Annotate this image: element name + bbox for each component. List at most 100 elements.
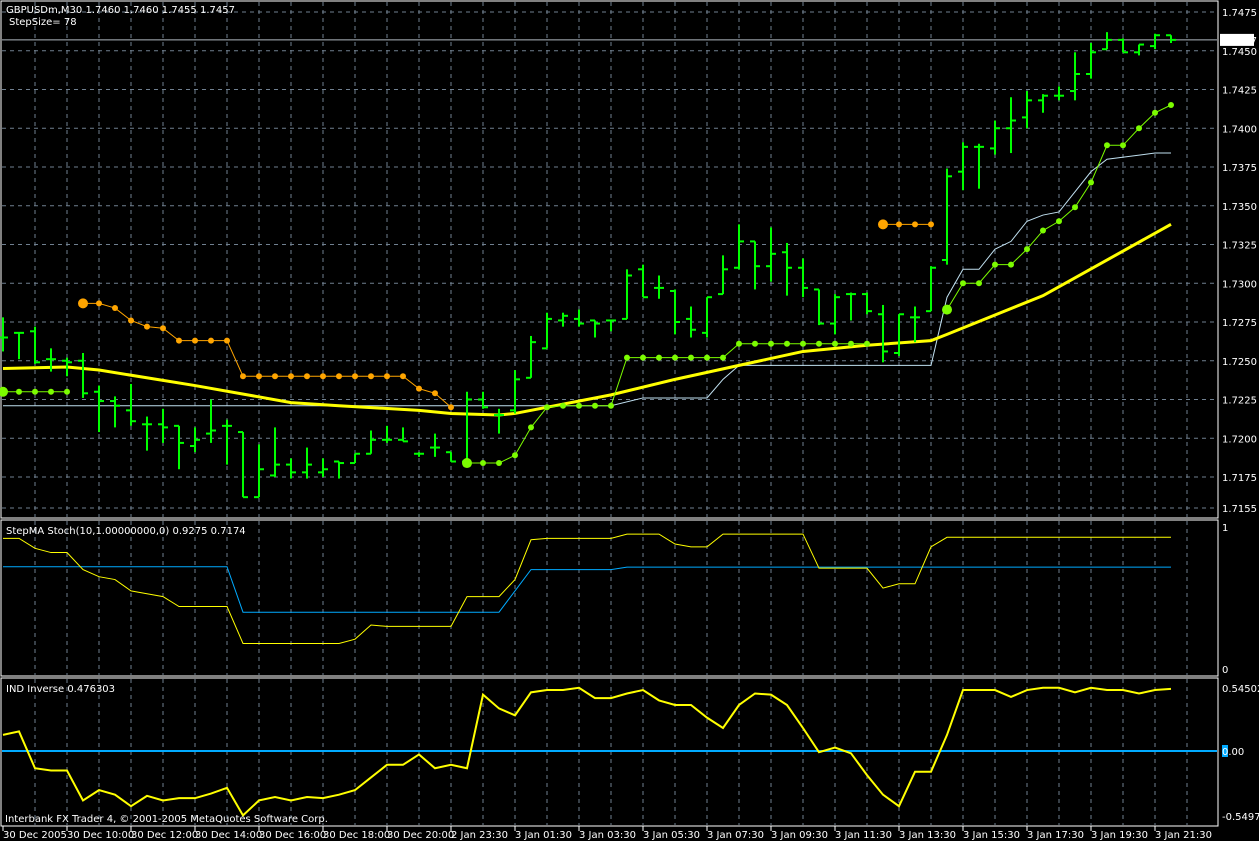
stepma-point bbox=[942, 304, 952, 315]
time-tick-label: 30 Dec 12:00 bbox=[131, 830, 198, 841]
stepma-point bbox=[864, 340, 870, 347]
stepma-point bbox=[1040, 227, 1046, 234]
stepma-point bbox=[176, 337, 182, 344]
stepma-point bbox=[192, 337, 198, 344]
stepma-point bbox=[608, 402, 614, 409]
stepma-point bbox=[688, 354, 694, 361]
stepma-point bbox=[480, 460, 486, 467]
stepma-point bbox=[1056, 218, 1062, 225]
stepma-point bbox=[224, 337, 230, 344]
stepma-point bbox=[368, 373, 374, 380]
stepma-point bbox=[64, 388, 70, 395]
stepma-point bbox=[320, 373, 326, 380]
stepma-point bbox=[96, 300, 102, 307]
time-tick-label: 3 Jan 13:30 bbox=[899, 830, 956, 841]
price-tick-label: 1.7400 bbox=[1222, 124, 1257, 135]
stepma-point bbox=[592, 402, 598, 409]
stepma-point bbox=[16, 388, 22, 395]
price-tick-label: 1.7155 bbox=[1222, 504, 1257, 515]
stepma-point bbox=[48, 388, 54, 395]
stepma-point bbox=[352, 373, 358, 380]
stepma-point bbox=[160, 325, 166, 332]
step-size-label: StepSize= 78 bbox=[9, 17, 77, 28]
stepma-point bbox=[640, 354, 646, 361]
stepma-point bbox=[288, 373, 294, 380]
price-tick-label: 1.7300 bbox=[1222, 279, 1257, 290]
stepma-point bbox=[432, 390, 438, 397]
time-tick-label: 30 Dec 20:00 bbox=[387, 830, 454, 841]
stepma-point bbox=[240, 373, 246, 380]
time-tick-label: 3 Jan 21:30 bbox=[1155, 830, 1212, 841]
stoch-tick-bottom: 0 bbox=[1222, 665, 1228, 676]
stepma-point bbox=[528, 424, 534, 431]
price-tick-label: 1.7350 bbox=[1222, 202, 1257, 213]
price-tick-label: 1.7425 bbox=[1222, 86, 1257, 97]
chart-background bbox=[0, 0, 1259, 841]
price-tick-label: 1.7225 bbox=[1222, 396, 1257, 407]
stepma-point bbox=[976, 280, 982, 287]
stepma-point bbox=[784, 340, 790, 347]
stepma-point bbox=[272, 373, 278, 380]
time-tick-label: 3 Jan 07:30 bbox=[707, 830, 764, 841]
stepma-point bbox=[896, 221, 902, 228]
stepma-point bbox=[78, 298, 88, 309]
stepma-point bbox=[512, 452, 518, 459]
stepma-point bbox=[1104, 142, 1110, 149]
stoch-title: StepMA Stoch(10,1.00000000,0) 0.9275 0.7… bbox=[6, 526, 246, 537]
time-tick-label: 2 Jan 23:30 bbox=[451, 830, 508, 841]
symbol-header: GBPUSDm,M30 1.7460 1.7460 1.7455 1.7457 bbox=[6, 5, 235, 16]
stepma-point bbox=[672, 354, 678, 361]
time-tick-label: 30 Dec 16:00 bbox=[259, 830, 326, 841]
stepma-point bbox=[816, 340, 822, 347]
stepma-point bbox=[1168, 102, 1174, 108]
time-tick-label: 30 Dec 2005 bbox=[3, 830, 67, 841]
stepma-point bbox=[1152, 109, 1158, 116]
stepma-point bbox=[208, 337, 214, 344]
time-tick-label: 3 Jan 05:30 bbox=[643, 830, 700, 841]
stepma-point bbox=[656, 354, 662, 361]
stepma-point bbox=[1008, 261, 1014, 268]
stepma-point bbox=[576, 402, 582, 409]
time-tick-label: 3 Jan 09:30 bbox=[771, 830, 828, 841]
stepma-point bbox=[1024, 246, 1030, 253]
stepma-point bbox=[752, 340, 758, 347]
stepma-point bbox=[720, 354, 726, 361]
stepma-point bbox=[128, 317, 134, 324]
stepma-point bbox=[878, 219, 888, 230]
price-tick-label: 1.7325 bbox=[1222, 241, 1257, 252]
stepma-point bbox=[736, 340, 742, 347]
stepma-point bbox=[416, 385, 422, 392]
time-tick-label: 3 Jan 01:30 bbox=[515, 830, 572, 841]
inverse-tick-zero: 0.00 bbox=[1222, 747, 1244, 758]
stepma-point bbox=[304, 373, 310, 380]
stepma-point bbox=[960, 280, 966, 287]
time-tick-label: 3 Jan 17:30 bbox=[1027, 830, 1084, 841]
stepma-point bbox=[112, 305, 118, 312]
price-tick-label: 1.7200 bbox=[1222, 434, 1257, 445]
stepma-point bbox=[400, 373, 406, 380]
price-tick-label: 1.7275 bbox=[1222, 318, 1257, 329]
stepma-point bbox=[1136, 125, 1142, 132]
time-tick-label: 3 Jan 11:30 bbox=[835, 830, 892, 841]
current-price-label: 1.7457 bbox=[1222, 36, 1257, 47]
stepma-point bbox=[1088, 179, 1094, 186]
stepma-point bbox=[832, 340, 838, 347]
stepma-point bbox=[384, 373, 390, 380]
stepma-point bbox=[992, 261, 998, 268]
trading-chart[interactable]: 1.7475 1.7450 1.7425 1.7400 1.7375 1.7350 1.73… bbox=[0, 0, 1259, 841]
price-tick-label: 1.7375 bbox=[1222, 163, 1257, 174]
stepma-point bbox=[560, 402, 566, 409]
price-tick-label: 1.7450 bbox=[1222, 47, 1257, 58]
stepma-point bbox=[1072, 204, 1078, 211]
stepma-point bbox=[496, 460, 502, 467]
copyright-text: Interbank FX Trader 4, © 2001-2005 MetaQ… bbox=[5, 814, 328, 825]
time-tick-label: 3 Jan 03:30 bbox=[579, 830, 636, 841]
inverse-title: IND Inverse 0.476303 bbox=[6, 684, 115, 695]
stepma-point bbox=[848, 340, 854, 347]
inverse-tick-top: 0.545024 bbox=[1222, 684, 1259, 695]
stepma-point bbox=[32, 388, 38, 395]
stepma-point bbox=[448, 404, 454, 411]
price-tick-label: 1.7475 bbox=[1222, 8, 1257, 19]
time-tick-label: 30 Dec 14:00 bbox=[195, 830, 262, 841]
stepma-point bbox=[704, 354, 710, 361]
